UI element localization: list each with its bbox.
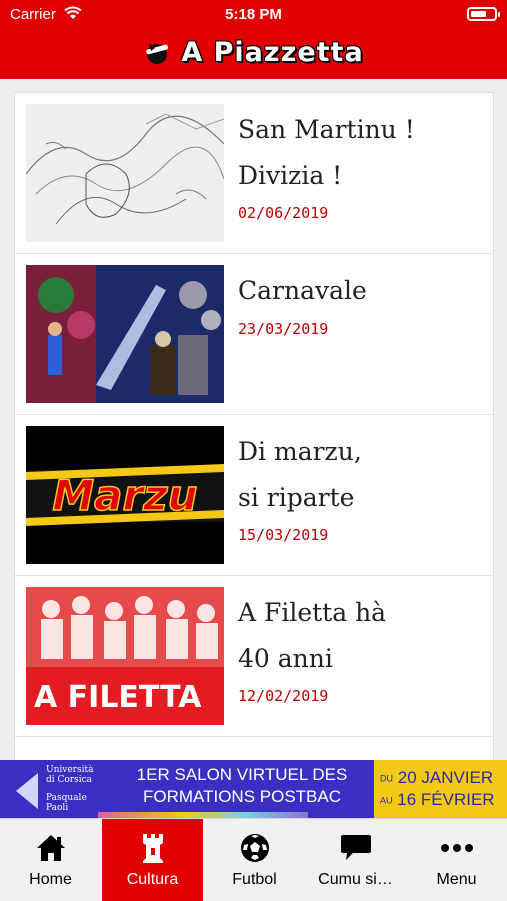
marzu-logo-text: Marzu bbox=[52, 471, 197, 520]
article-date: 02/06/2019 bbox=[238, 204, 329, 222]
tab-futbol[interactable]: Futbol bbox=[204, 819, 305, 901]
tab-menu[interactable]: Menu bbox=[406, 819, 507, 901]
article-item[interactable]: Carnavale 23/03/2019 bbox=[15, 254, 493, 415]
article-thumbnail[interactable]: A FILETTA bbox=[26, 587, 224, 725]
battery-level bbox=[471, 11, 486, 17]
article-item[interactable]: A FILETTA A Filetta hà 40 anni 12/02/201… bbox=[15, 576, 493, 737]
banner-dates: DU 20 JANVIER AU 16 FÉVRIER bbox=[374, 760, 507, 818]
moor-head-logo-icon bbox=[143, 39, 171, 67]
article-list[interactable]: San Martinu ! Divizia ! 02/06/2019 Carna… bbox=[14, 92, 494, 762]
app-title: A Piazzetta bbox=[181, 37, 364, 68]
tab-bar: Home Cultura Futbol Cumu si… Menu bbox=[0, 818, 507, 901]
status-bar: Carrier 5:18 PM bbox=[0, 0, 507, 30]
article-title[interactable]: San Martinu ! Divizia ! bbox=[238, 107, 488, 199]
tab-home[interactable]: Home bbox=[0, 819, 101, 901]
university-emblem-icon bbox=[16, 773, 38, 809]
article-date: 23/03/2019 bbox=[238, 320, 329, 338]
article-title[interactable]: Carnavale bbox=[238, 268, 488, 314]
ad-banner[interactable]: Università di Corsica Pasquale Paoli 1ER… bbox=[0, 760, 507, 818]
soccer-ball-icon bbox=[204, 831, 305, 865]
brand: A Piazzetta bbox=[0, 37, 507, 71]
article-item[interactable]: Marzu Di marzu, si riparte 15/03/2019 bbox=[15, 415, 493, 576]
article-date: 12/02/2019 bbox=[238, 687, 329, 705]
app-header: Carrier 5:18 PM A Piazzetta bbox=[0, 0, 507, 79]
article-item[interactable]: San Martinu ! Divizia ! 02/06/2019 bbox=[15, 93, 493, 254]
home-icon bbox=[0, 831, 101, 865]
clock: 5:18 PM bbox=[225, 6, 282, 23]
battery-icon bbox=[467, 7, 500, 21]
university-logo: Università di Corsica Pasquale Paoli bbox=[16, 765, 102, 813]
tab-cultura[interactable]: Cultura bbox=[102, 819, 203, 901]
article-title[interactable]: Di marzu, si riparte bbox=[238, 429, 488, 521]
article-thumbnail[interactable]: Marzu bbox=[26, 426, 224, 564]
tower-icon bbox=[102, 831, 203, 865]
article-title[interactable]: A Filetta hà 40 anni bbox=[238, 590, 488, 682]
a-filetta-poster-text: A FILETTA bbox=[34, 680, 202, 715]
chat-bubble-icon bbox=[305, 831, 406, 865]
banner-headline: 1ER SALON VIRTUEL DES FORMATIONS POSTBAC bbox=[136, 765, 348, 806]
article-date: 15/03/2019 bbox=[238, 526, 329, 544]
article-thumbnail[interactable] bbox=[26, 104, 224, 242]
tab-cumu-si[interactable]: Cumu si… bbox=[305, 819, 406, 901]
article-thumbnail[interactable] bbox=[26, 265, 224, 403]
more-dots-icon bbox=[406, 831, 507, 865]
